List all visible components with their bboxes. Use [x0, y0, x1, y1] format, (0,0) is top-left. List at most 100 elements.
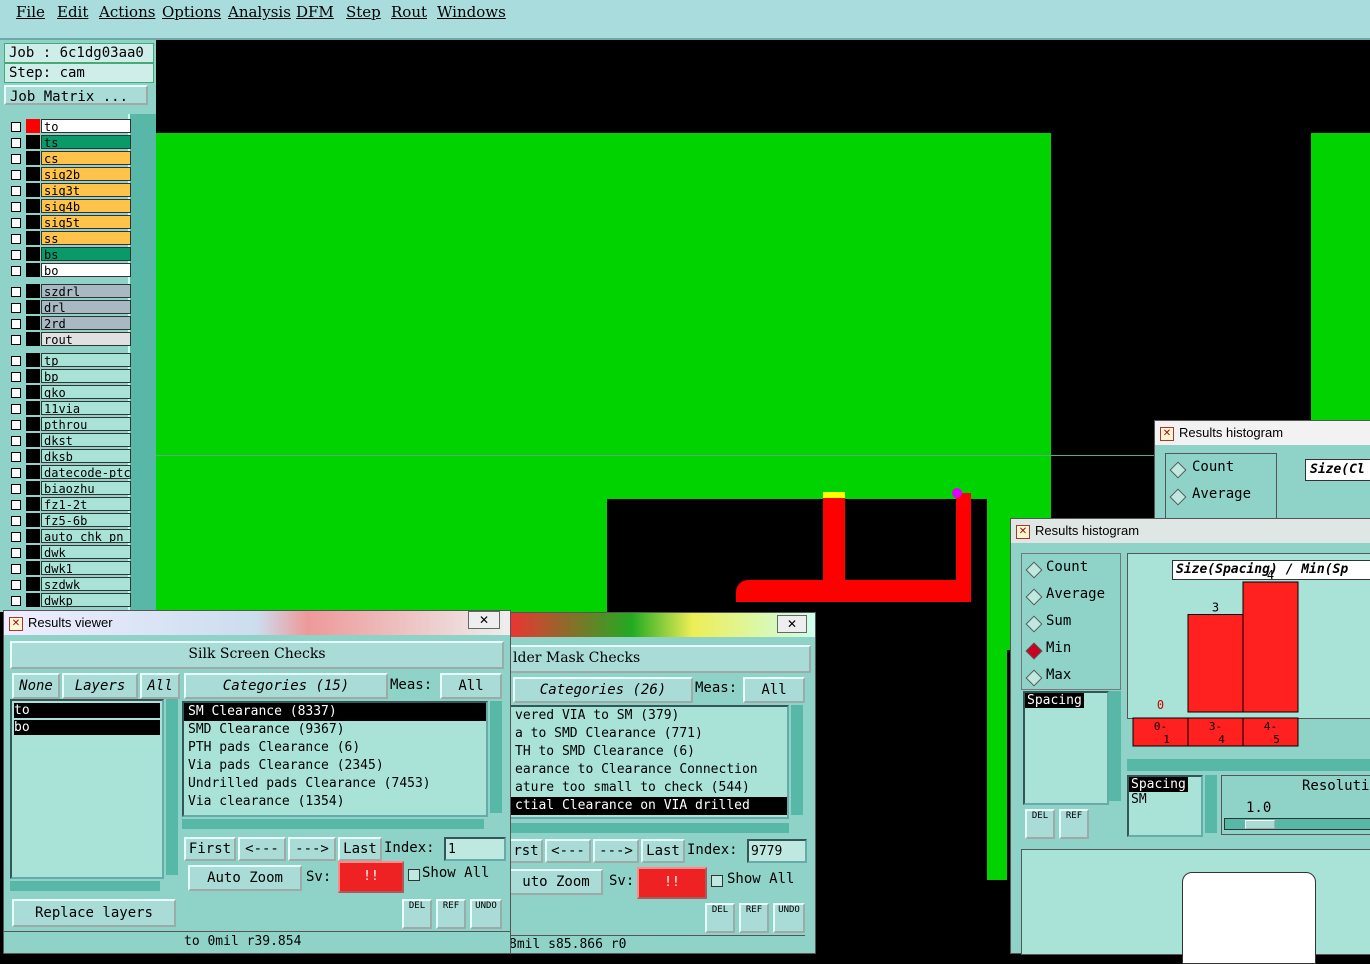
layer-name[interactable]: fz1-2t: [41, 497, 131, 511]
index-input[interactable]: [747, 839, 807, 863]
titlebar[interactable]: ✕ Results histogram: [1011, 519, 1370, 543]
layer-name[interactable]: bp: [41, 369, 131, 383]
layer-name[interactable]: rout: [41, 332, 131, 346]
severity-dropdown[interactable]: !!: [637, 867, 707, 899]
prev-button[interactable]: <---: [545, 839, 591, 863]
layer-row[interactable]: sig2b: [8, 167, 131, 183]
layer-checkbox[interactable]: [11, 218, 21, 228]
menu-actions[interactable]: Actions: [99, 3, 155, 21]
count-radio[interactable]: [1169, 461, 1187, 479]
layer-checkbox[interactable]: [11, 548, 21, 558]
layer-checkbox[interactable]: [11, 154, 21, 164]
layer-checkbox[interactable]: [11, 420, 21, 430]
layer-name[interactable]: tp: [41, 353, 131, 367]
layer-checkbox[interactable]: [11, 319, 21, 329]
layer-name[interactable]: sig4b: [41, 199, 131, 213]
selection-list[interactable]: Spacing SM: [1127, 775, 1203, 837]
ref-button[interactable]: REF: [739, 903, 769, 933]
meas-dropdown[interactable]: All: [743, 677, 805, 703]
undo-button[interactable]: UNDO: [470, 899, 502, 929]
layer-row[interactable]: bo: [8, 263, 131, 279]
layer-checkbox[interactable]: [11, 500, 21, 510]
layer-row[interactable]: dwk: [8, 545, 131, 561]
layer-row[interactable]: auto_chk_pn: [8, 529, 131, 545]
category-item[interactable]: earance to Clearance Connection: [511, 761, 787, 779]
layer-name[interactable]: sig3t: [41, 183, 131, 197]
layer-name[interactable]: dwk: [41, 545, 131, 559]
first-button[interactable]: First: [184, 837, 236, 861]
layer-row[interactable]: bs: [8, 247, 131, 263]
zoom-dropdown[interactable]: uto Zoom: [509, 869, 603, 895]
layer-checkbox[interactable]: [11, 580, 21, 590]
layer-checkbox[interactable]: [11, 484, 21, 494]
menu-windows[interactable]: Windows: [437, 3, 506, 21]
category-item[interactable]: vered VIA to SM (379): [511, 707, 787, 725]
severity-dropdown[interactable]: !!: [338, 861, 404, 893]
job-matrix-button[interactable]: Job Matrix ...: [4, 85, 148, 105]
menu-options[interactable]: Options: [162, 3, 221, 21]
layer-row[interactable]: cs: [8, 151, 131, 167]
index-input[interactable]: [444, 837, 506, 861]
average-radio[interactable]: [1169, 488, 1187, 506]
titlebar[interactable]: ✕: [509, 613, 815, 637]
layer-row[interactable]: sig3t: [8, 183, 131, 199]
layers-button[interactable]: Layers: [62, 673, 138, 699]
list-scrollbar[interactable]: [791, 705, 803, 815]
menu-analysis[interactable]: Analysis: [228, 3, 291, 21]
hscrollbar[interactable]: [10, 881, 160, 891]
layer-row[interactable]: dkst: [8, 433, 131, 449]
layer-name[interactable]: sig5t: [41, 215, 131, 229]
layer-checkbox[interactable]: [11, 372, 21, 382]
layer-checkbox[interactable]: [11, 250, 21, 260]
category-item[interactable]: a to SMD Clearance (771): [511, 725, 787, 743]
category-item[interactable]: TH to SMD Clearance (6): [511, 743, 787, 761]
hscrollbar[interactable]: [509, 823, 789, 833]
ref-button[interactable]: REF: [1059, 809, 1089, 839]
layer-name[interactable]: to: [41, 119, 131, 133]
category-item[interactable]: Via pads Clearance (2345): [184, 757, 486, 775]
layer-row[interactable]: ts: [8, 135, 131, 151]
all-button[interactable]: All: [140, 673, 180, 699]
layer-name[interactable]: bo: [41, 263, 131, 277]
layer-row[interactable]: szdwk: [8, 577, 131, 593]
layer-name[interactable]: auto_chk_pn: [41, 529, 131, 543]
none-button[interactable]: None: [12, 673, 60, 699]
layer-name[interactable]: datecode-ptc: [41, 465, 131, 479]
measure-list[interactable]: Spacing: [1023, 691, 1109, 805]
zoom-dropdown[interactable]: Auto Zoom: [188, 865, 302, 891]
layer-name[interactable]: dksb: [41, 449, 131, 463]
layer-checkbox[interactable]: [11, 303, 21, 313]
list-scrollbar[interactable]: [490, 701, 502, 813]
layer-row[interactable]: pthrou: [8, 417, 131, 433]
next-button[interactable]: --->: [593, 839, 639, 863]
layer-row[interactable]: ss: [8, 231, 131, 247]
layer-checkbox[interactable]: [11, 186, 21, 196]
layer-list[interactable]: to bo: [10, 699, 164, 879]
del-button[interactable]: DEL: [705, 903, 735, 933]
layer-name[interactable]: szdwk: [41, 577, 131, 591]
layer-checkbox[interactable]: [11, 596, 21, 606]
del-button[interactable]: DEL: [402, 899, 432, 929]
layer-name[interactable]: fz5-6b: [41, 513, 131, 527]
layer-row[interactable]: datecode-ptc: [8, 465, 131, 481]
layer-row[interactable]: rout: [8, 332, 131, 348]
del-button[interactable]: DEL: [1025, 809, 1055, 839]
show-all-checkbox[interactable]: [408, 869, 420, 881]
sum-radio[interactable]: [1025, 615, 1043, 633]
category-item[interactable]: SM Clearance (8337): [184, 703, 486, 721]
min-radio[interactable]: [1025, 642, 1043, 660]
max-radio[interactable]: [1025, 669, 1043, 687]
replace-layers-dropdown[interactable]: Replace layers: [12, 899, 176, 927]
layer-checkbox[interactable]: [11, 468, 21, 478]
layer-name[interactable]: szdrl: [41, 284, 131, 298]
menu-edit[interactable]: Edit: [57, 3, 88, 21]
layer-name[interactable]: pthrou: [41, 417, 131, 431]
layer-checkbox[interactable]: [11, 138, 21, 148]
layer-row[interactable]: 2rd: [8, 316, 131, 332]
titlebar[interactable]: ✕ Results histogram: [1155, 421, 1370, 445]
layer-checkbox[interactable]: [11, 234, 21, 244]
last-button[interactable]: Last: [338, 837, 382, 861]
categories-button[interactable]: Categories (26): [513, 677, 693, 703]
titlebar[interactable]: ✕ Results viewer ✕: [4, 611, 510, 635]
layer-row[interactable]: to: [8, 119, 131, 135]
